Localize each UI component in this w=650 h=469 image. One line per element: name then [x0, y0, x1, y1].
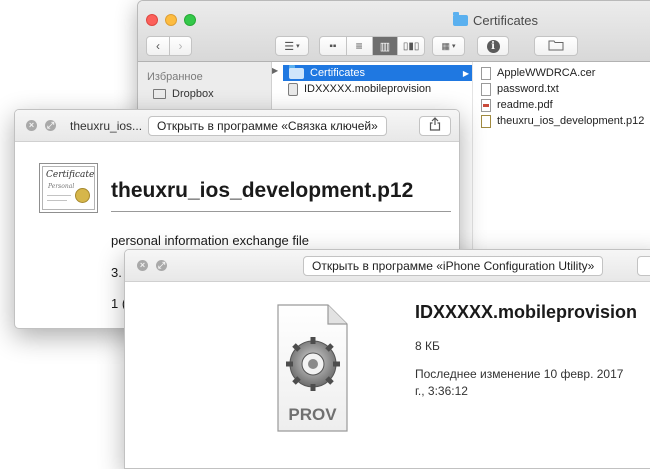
- list-item[interactable]: IDXXXXX.mobileprovision: [283, 81, 472, 97]
- file-name: IDXXXXX.mobileprovision: [415, 302, 638, 322]
- zoom-window-button[interactable]: [184, 14, 196, 26]
- close-quicklook-button[interactable]: ×: [26, 120, 37, 131]
- sidebar-item-dropbox[interactable]: Dropbox: [153, 88, 214, 100]
- share-icon: [429, 116, 441, 136]
- cer-file-icon: [481, 66, 491, 80]
- p12-file-icon: [481, 114, 491, 128]
- seal-icon: [75, 188, 90, 203]
- list-item[interactable]: theuxru_ios_development.p12: [481, 113, 644, 129]
- column-view-button[interactable]: ▥: [371, 37, 398, 55]
- certificate-icon-subtext: Personal: [48, 183, 75, 190]
- grid-icon: ▪▪: [329, 40, 337, 52]
- get-info-button[interactable]: i: [477, 36, 509, 56]
- list-item-label: password.txt: [497, 83, 559, 95]
- quicklook-title: theuxru_ios...: [70, 119, 143, 133]
- quicklook-window-mobileprovision: × ⤢ Открыть в программе «iPhone Configur…: [124, 249, 650, 469]
- sidebar-section-favorites: Избранное: [147, 71, 203, 83]
- mobileprovision-document-icon: PROV: [276, 303, 349, 432]
- file-size: 3.: [111, 265, 122, 280]
- action-menu-button[interactable]: ☰ ▾: [275, 36, 309, 56]
- folder-icon: [153, 89, 166, 99]
- disclosure-arrow-icon: ▶: [272, 66, 279, 75]
- minimize-window-button[interactable]: [165, 14, 177, 26]
- list-item-label: IDXXXXX.mobileprovision: [304, 83, 432, 95]
- open-with-iphone-configuration-utility-button[interactable]: Открыть в программе «iPhone Configuratio…: [303, 256, 604, 276]
- sidebar-item-label: Dropbox: [172, 88, 214, 100]
- window-title-text: Certificates: [473, 13, 539, 28]
- file-modified-continued: г., 3:36:12: [415, 384, 468, 398]
- list-item-label: theuxru_ios_development.p12: [497, 115, 645, 127]
- pdf-file-icon: [481, 98, 491, 112]
- fullscreen-button[interactable]: ⤢: [156, 260, 167, 271]
- arrange-grid-icon: ▦: [441, 40, 450, 51]
- share-button[interactable]: [637, 256, 650, 276]
- info-icon: i: [486, 39, 500, 53]
- new-folder-button[interactable]: [534, 36, 578, 56]
- list-item[interactable]: Certificates ▶: [283, 64, 472, 81]
- view-switcher: ▪▪ ≡ ▥ ▯▮▯: [319, 36, 425, 56]
- list-item-label: Certificates: [310, 67, 366, 79]
- certificate-icon-text: Certificate: [46, 170, 95, 180]
- chevron-down-icon: ▾: [452, 43, 456, 50]
- folder-icon: [289, 64, 304, 79]
- list-item[interactable]: AppleWWDRCA.cer: [481, 65, 595, 81]
- list-item-label: AppleWWDRCA.cer: [497, 67, 596, 79]
- file-kind: personal information exchange file: [111, 233, 310, 248]
- fullscreen-button[interactable]: ⤢: [45, 120, 56, 131]
- list-icon: ≡: [355, 39, 363, 53]
- text-file-icon: [481, 82, 491, 96]
- list-item[interactable]: password.txt: [481, 81, 559, 97]
- prov-badge: PROV: [288, 405, 337, 424]
- coverflow-icon: ▯▮▯: [402, 40, 420, 52]
- close-window-button[interactable]: [146, 14, 158, 26]
- open-button-label: Открыть в программе «Связка ключей»: [157, 119, 378, 133]
- open-with-keychain-button[interactable]: Открыть в программе «Связка ключей»: [148, 116, 387, 136]
- arrange-button[interactable]: ▦ ▾: [432, 36, 465, 56]
- folder-icon: [453, 12, 468, 26]
- finder-titlebar: Certificates ‹ › ☰ ▾ ▪▪ ≡ ▥ ▯▮▯ ▦ ▾ i: [138, 1, 650, 62]
- nav-buttons: ‹ ›: [146, 36, 192, 56]
- new-folder-icon: [548, 39, 564, 54]
- columns-icon: ▥: [379, 40, 391, 53]
- window-title: Certificates: [453, 12, 539, 28]
- list-view-button[interactable]: ≡: [345, 37, 372, 55]
- file-name: theuxru_ios_development.p12: [111, 179, 414, 202]
- share-button[interactable]: [419, 116, 451, 136]
- certificate-icon: Certificate Personal: [39, 163, 98, 213]
- close-quicklook-button[interactable]: ×: [137, 260, 148, 271]
- prov-file-icon: [288, 82, 298, 96]
- divider: [111, 211, 451, 212]
- forward-button[interactable]: ›: [168, 37, 191, 55]
- list-item[interactable]: readme.pdf: [481, 97, 553, 113]
- quicklook-toolbar: × ⤢ Открыть в программе «iPhone Configur…: [125, 250, 650, 282]
- chevron-left-icon: ‹: [155, 39, 160, 53]
- open-button-label: Открыть в программе «iPhone Configuratio…: [312, 259, 595, 273]
- certificate-line: [47, 195, 71, 196]
- chevron-down-icon: ▾: [296, 43, 300, 50]
- quicklook-toolbar: × ⤢ theuxru_ios... Открыть в программе «…: [15, 110, 459, 142]
- gallery-view-button[interactable]: ▯▮▯: [397, 37, 424, 55]
- icon-view-button[interactable]: ▪▪: [320, 37, 346, 55]
- list-item-label: readme.pdf: [497, 99, 553, 111]
- list-action-icon: ☰: [284, 40, 295, 53]
- certificate-line: [47, 200, 67, 201]
- file-modified: Последнее изменение 10 февр. 2017: [415, 367, 624, 381]
- chevron-right-icon: ›: [178, 39, 183, 53]
- back-button[interactable]: ‹: [147, 37, 169, 55]
- file-size: 8 КБ: [415, 339, 440, 353]
- chevron-right-icon: ▶: [462, 68, 469, 78]
